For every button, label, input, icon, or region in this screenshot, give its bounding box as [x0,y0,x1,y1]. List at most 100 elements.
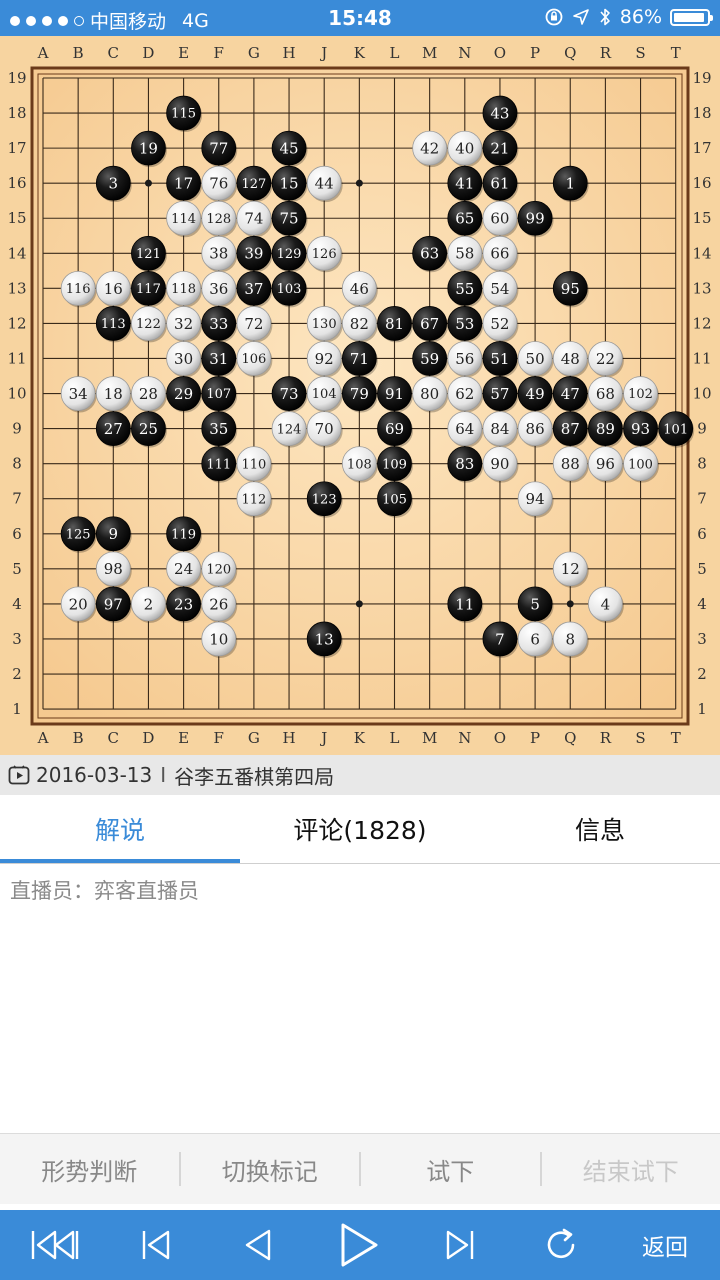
row-label: 1 [697,700,707,718]
move-number: 77 [209,140,228,158]
go-board[interactable]: A A B B C C D D E E F F G G H H J J K K L L M M N N O O P P Q Q R R S S T T 1… [0,36,720,755]
move-number: 48 [561,350,580,368]
row-label: 19 [7,69,26,87]
move-number: 36 [209,280,228,298]
broadcaster-label: 直播员：弈客直播员 [10,879,199,903]
column-label: D [142,729,154,747]
column-label: N [458,729,471,747]
row-label: 10 [7,385,26,403]
column-label: T [671,44,681,62]
next-ten-button[interactable] [432,1210,488,1280]
move-number: 20 [69,595,88,613]
move-number: 120 [206,563,231,578]
column-label: K [354,44,366,62]
column-label: R [600,729,612,747]
column-label: N [458,44,471,62]
move-number: 94 [526,490,545,508]
move-number: 109 [382,457,407,472]
move-number: 73 [280,385,299,403]
move-number: 18 [104,385,123,403]
move-number: 55 [455,280,474,298]
move-number: 28 [139,385,158,403]
toggle-marks-button[interactable]: 切换标记 [181,1152,360,1187]
column-label: R [600,44,612,62]
row-label: 15 [7,209,26,227]
tab-commentary[interactable]: 解说 [0,795,240,863]
row-label: 6 [12,525,22,543]
move-number: 53 [455,315,474,333]
column-label: F [214,44,224,62]
tab-info[interactable]: 信息 [480,795,720,863]
rotation-lock-icon [545,8,563,26]
tab-comments[interactable]: 评论(1828) [240,795,480,863]
move-number: 81 [385,315,404,333]
move-number: 63 [420,245,439,263]
move-number: 96 [596,455,615,473]
row-label: 17 [7,139,26,157]
situation-judge-button[interactable]: 形势判断 [0,1152,179,1187]
move-number: 79 [350,385,369,403]
move-number: 15 [280,175,299,193]
move-number: 125 [66,527,91,542]
move-number: 86 [526,420,545,438]
go-board-area[interactable]: A A B B C C D D E E F F G G H H J J K K L L M M N N O O P P Q Q R R S S T T 1… [0,36,720,755]
move-number: 92 [315,350,334,368]
row-label: 5 [697,560,707,578]
row-label: 15 [692,209,711,227]
star-point [355,600,363,608]
previous-icon [245,1229,271,1261]
move-number: 123 [312,492,337,507]
title-separator: I [160,763,167,787]
row-label: 1 [12,700,22,718]
play-button[interactable] [330,1210,386,1280]
move-number: 105 [382,492,407,507]
move-number: 76 [209,175,228,193]
move-number: 44 [315,175,334,193]
column-label: L [390,729,400,747]
move-number: 66 [490,245,509,263]
move-number: 29 [174,385,193,403]
row-label: 13 [7,279,26,297]
signal-dot [10,15,20,26]
star-point [355,179,363,187]
end-try-button[interactable]: 结束试下 [542,1152,720,1187]
try-move-button[interactable]: 试下 [361,1152,540,1187]
move-number: 84 [490,420,509,438]
column-label: K [354,729,366,747]
first-move-button[interactable] [25,1210,85,1280]
refresh-button[interactable] [533,1210,589,1280]
row-label: 9 [697,420,707,438]
move-number: 107 [206,387,231,402]
move-number: 7 [495,630,505,648]
column-label: O [494,44,506,62]
move-number: 99 [526,210,545,228]
move-number: 87 [561,420,580,438]
move-number: 50 [526,350,545,368]
move-number: 69 [385,420,404,438]
column-label: H [283,44,296,62]
move-number: 38 [209,245,228,263]
move-number: 70 [315,420,334,438]
move-number: 21 [490,140,509,158]
battery-percent: 86% [619,6,662,28]
move-number: 37 [244,280,263,298]
signal-dot [58,15,68,26]
move-number: 108 [347,457,372,472]
move-number: 39 [244,245,263,263]
back-button[interactable]: 返回 [625,1210,705,1280]
previous-move-button[interactable] [230,1210,286,1280]
move-number: 65 [455,210,474,228]
row-label: 2 [697,665,707,683]
game-date: 2016-03-13 [36,763,153,787]
prev-ten-button[interactable] [128,1210,184,1280]
move-number: 95 [561,280,580,298]
move-number: 57 [490,385,509,403]
move-number: 115 [171,107,196,122]
row-label: 13 [692,279,711,297]
move-number: 74 [244,210,263,228]
move-number: 31 [209,350,228,368]
row-label: 3 [12,630,22,648]
move-number: 30 [174,350,193,368]
move-number: 126 [312,247,337,262]
column-label: P [530,44,540,62]
